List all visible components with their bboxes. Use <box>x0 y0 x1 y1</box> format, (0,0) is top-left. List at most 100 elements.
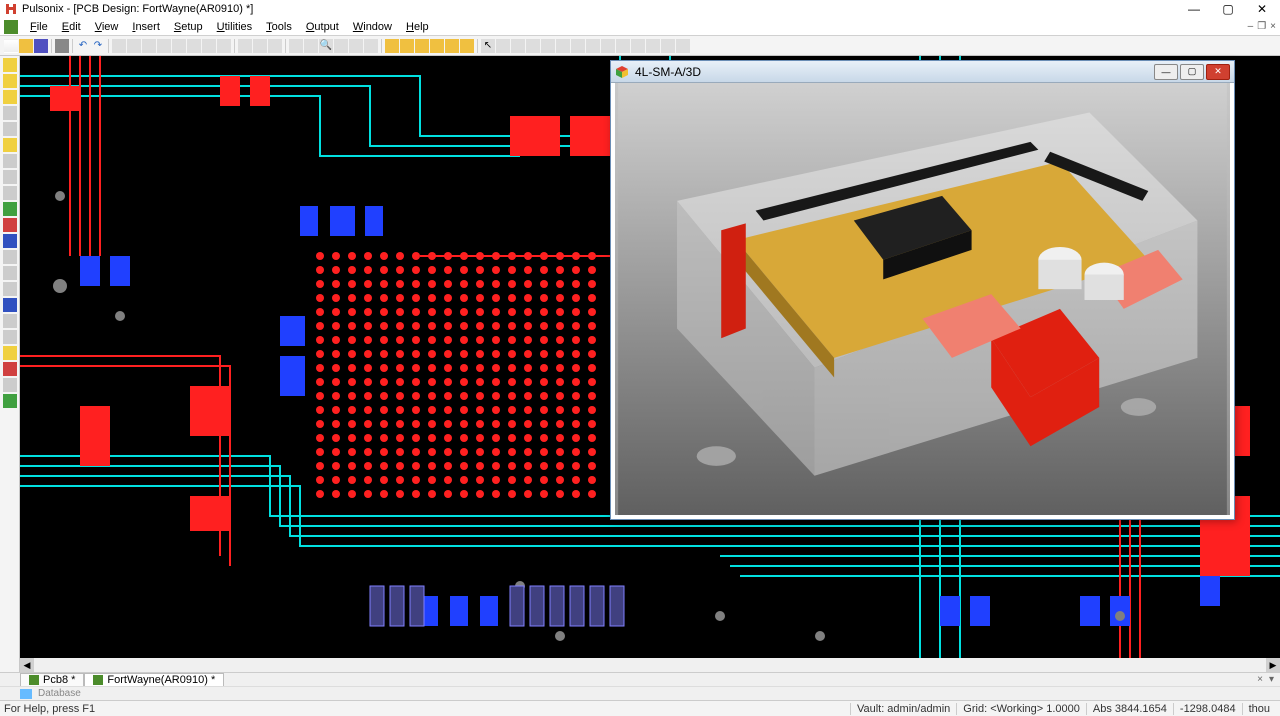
mdi-minimize-button[interactable]: – <box>1248 21 1254 32</box>
zoom-window-button[interactable] <box>349 39 363 53</box>
ltool-13[interactable] <box>3 250 17 264</box>
menu-tools[interactable]: Tools <box>260 20 298 34</box>
separator <box>51 39 52 53</box>
menu-utilities[interactable]: Utilities <box>211 20 258 34</box>
ltool-19[interactable] <box>3 346 17 360</box>
horizontal-scrollbar[interactable]: ◀ ▶ <box>20 658 1280 672</box>
status-unit: thou <box>1242 703 1276 715</box>
ltool-11[interactable] <box>3 218 17 232</box>
mode-button-9[interactable] <box>616 39 630 53</box>
mode-button-12[interactable] <box>661 39 675 53</box>
ltool-7[interactable] <box>3 154 17 168</box>
tab-pcb8[interactable]: Pcb8 * <box>20 673 84 687</box>
3d-window-titlebar[interactable]: 4L-SM-A/3D — ▢ ✕ <box>611 61 1234 83</box>
tool-button-5[interactable] <box>172 39 186 53</box>
zoom-button-5[interactable] <box>364 39 378 53</box>
tool-button-6[interactable] <box>187 39 201 53</box>
ltool-10[interactable] <box>3 202 17 216</box>
separator <box>285 39 286 53</box>
database-panel-bar[interactable]: Database <box>0 686 1280 700</box>
open-button[interactable] <box>19 39 33 53</box>
scroll-left-button[interactable]: ◀ <box>20 658 34 672</box>
mode-button-10[interactable] <box>631 39 645 53</box>
lock-button-6[interactable] <box>460 39 474 53</box>
print-button[interactable] <box>55 39 69 53</box>
tabs-dropdown-button[interactable]: ▾ <box>1269 674 1274 685</box>
tab-fortwayne[interactable]: FortWayne(AR0910) * <box>84 673 224 687</box>
ltool-5[interactable] <box>3 122 17 136</box>
3d-minimize-button[interactable]: — <box>1154 64 1178 80</box>
mode-button-1[interactable] <box>496 39 510 53</box>
ltool-17[interactable] <box>3 314 17 328</box>
3d-view-window[interactable]: 4L-SM-A/3D — ▢ ✕ <box>610 60 1235 520</box>
maximize-button[interactable]: ▢ <box>1220 1 1236 17</box>
tool-button-10[interactable] <box>253 39 267 53</box>
ltool-2[interactable] <box>3 74 17 88</box>
mode-button-2[interactable] <box>511 39 525 53</box>
3d-viewport[interactable] <box>615 83 1230 515</box>
ltool-12[interactable] <box>3 234 17 248</box>
zoom-out-button[interactable] <box>334 39 348 53</box>
tool-button-2[interactable] <box>127 39 141 53</box>
mode-button-7[interactable] <box>586 39 600 53</box>
ltool-16[interactable] <box>3 298 17 312</box>
tool-button-8[interactable] <box>217 39 231 53</box>
tool-button-11[interactable] <box>268 39 282 53</box>
ltool-22[interactable] <box>3 394 17 408</box>
ltool-8[interactable] <box>3 170 17 184</box>
mode-button-6[interactable] <box>571 39 585 53</box>
ltool-20[interactable] <box>3 362 17 376</box>
lock-button-5[interactable] <box>445 39 459 53</box>
ltool-21[interactable] <box>3 378 17 392</box>
menu-file[interactable]: File <box>24 20 54 34</box>
menu-setup[interactable]: Setup <box>168 20 209 34</box>
tool-button-3[interactable] <box>142 39 156 53</box>
tool-button-4[interactable] <box>157 39 171 53</box>
ltool-9[interactable] <box>3 186 17 200</box>
tool-button-1[interactable] <box>112 39 126 53</box>
redo-button[interactable]: ↷ <box>91 39 105 53</box>
tool-button-7[interactable] <box>202 39 216 53</box>
tool-button-9[interactable] <box>238 39 252 53</box>
ltool-15[interactable] <box>3 282 17 296</box>
mode-button-5[interactable] <box>556 39 570 53</box>
select-button[interactable]: ↖ <box>481 39 495 53</box>
tabs-close-button[interactable]: × <box>1257 674 1263 685</box>
menu-view[interactable]: View <box>89 20 125 34</box>
ltool-18[interactable] <box>3 330 17 344</box>
zoom-extents-button[interactable] <box>304 39 318 53</box>
mdi-close-button[interactable]: × <box>1270 21 1276 32</box>
mode-button-13[interactable] <box>676 39 690 53</box>
lock-button-3[interactable] <box>415 39 429 53</box>
close-button[interactable]: ✕ <box>1254 1 1270 17</box>
save-button[interactable] <box>34 39 48 53</box>
ltool-14[interactable] <box>3 266 17 280</box>
undo-button[interactable]: ↶ <box>76 39 90 53</box>
mdi-restore-button[interactable]: ❐ <box>1257 21 1266 32</box>
ltool-4[interactable] <box>3 106 17 120</box>
minimize-button[interactable]: — <box>1186 1 1202 17</box>
mode-button-3[interactable] <box>526 39 540 53</box>
lock-button-2[interactable] <box>400 39 414 53</box>
mode-button-4[interactable] <box>541 39 555 53</box>
ltool-6[interactable] <box>3 138 17 152</box>
mode-button-11[interactable] <box>646 39 660 53</box>
ltool-3[interactable] <box>3 90 17 104</box>
new-button[interactable] <box>4 39 18 53</box>
tab-icon <box>93 675 103 685</box>
lock-button-1[interactable] <box>385 39 399 53</box>
menu-edit[interactable]: Edit <box>56 20 87 34</box>
zoom-in-button[interactable]: 🔍 <box>319 39 333 53</box>
3d-maximize-button[interactable]: ▢ <box>1180 64 1204 80</box>
3d-close-button[interactable]: ✕ <box>1206 64 1230 80</box>
lock-button-4[interactable] <box>430 39 444 53</box>
menu-output[interactable]: Output <box>300 20 345 34</box>
scroll-right-button[interactable]: ▶ <box>1266 658 1280 672</box>
frame-button[interactable] <box>289 39 303 53</box>
scroll-track[interactable] <box>34 658 1266 672</box>
menu-help[interactable]: Help <box>400 20 435 34</box>
menu-window[interactable]: Window <box>347 20 398 34</box>
mode-button-8[interactable] <box>601 39 615 53</box>
menu-insert[interactable]: Insert <box>126 20 166 34</box>
ltool-1[interactable] <box>3 58 17 72</box>
